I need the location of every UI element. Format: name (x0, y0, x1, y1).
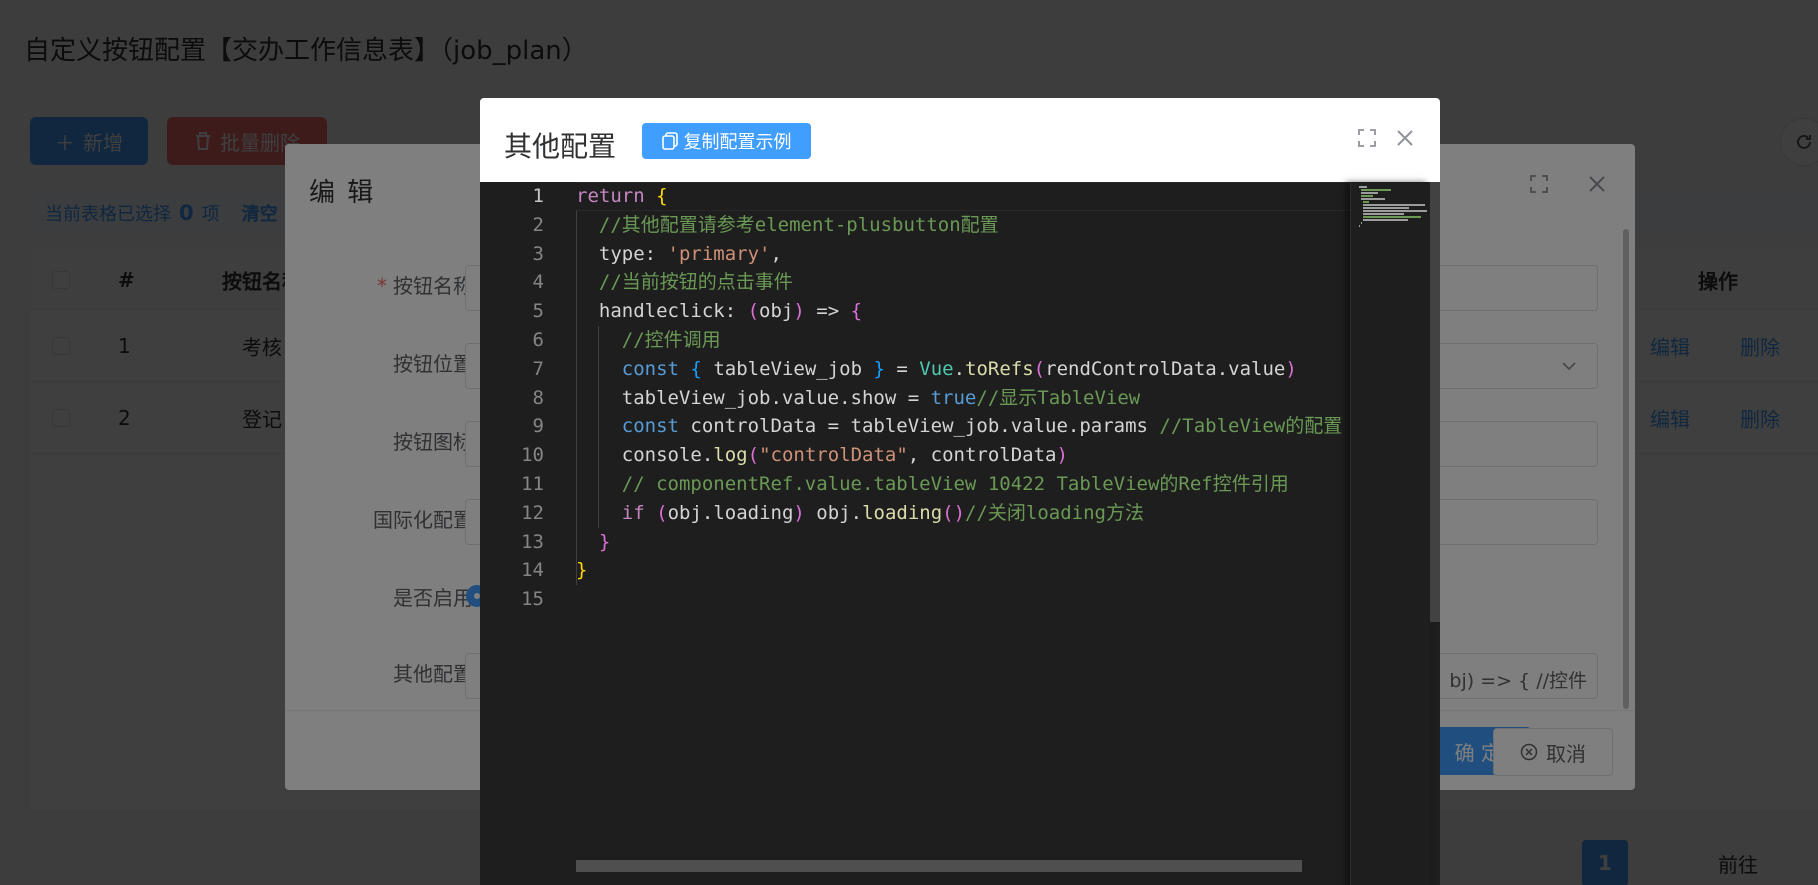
code-line: // componentRef.value.tableView 10422 Ta… (621, 473, 1289, 495)
line-number: 11 (521, 473, 544, 495)
code-editor[interactable]: 1 2 3 4 5 6 7 8 9 10 11 12 13 14 15 retu… (480, 182, 1440, 885)
minimap-line (1363, 213, 1404, 215)
line-number: 8 (532, 386, 544, 409)
minimap-line (1359, 186, 1368, 188)
minimap-line (1359, 225, 1361, 227)
minimap-line (1361, 198, 1386, 200)
line-number-gutter: 1 2 3 4 5 6 7 8 9 10 11 12 13 14 15 (480, 182, 552, 885)
minimap-line (1361, 195, 1373, 197)
line-number: 4 (532, 271, 544, 294)
line-number: 6 (532, 329, 544, 351)
line-number: 9 (532, 415, 544, 438)
minimap-line (1363, 210, 1427, 212)
line-number: 13 (521, 530, 544, 553)
line-number: 3 (532, 242, 544, 265)
code-line: } (576, 559, 588, 582)
minimap-line (1363, 219, 1409, 221)
code-line: const controlData = tableView_job.value.… (621, 415, 1343, 438)
code-line: //控件调用 (621, 329, 721, 351)
config-dialog-title: 其他配置 (504, 130, 617, 163)
line-number: 7 (532, 357, 544, 380)
code-line: //当前按钮的点击事件 (598, 271, 793, 294)
other-config-dialog: 其他配置 复制配置示例 1 2 3 4 5 6 7 8 9 10 11 12 1… (480, 98, 1440, 885)
line-number: 14 (521, 559, 544, 582)
minimap[interactable] (1350, 182, 1430, 885)
minimap-line (1361, 192, 1378, 194)
code-line: type: 'primary', (576, 242, 782, 265)
line-number: 12 (521, 501, 544, 524)
line-number: 10 (521, 444, 544, 467)
vertical-scrollbar[interactable] (1430, 182, 1440, 622)
minimap-line (1363, 216, 1421, 218)
code-line: tableView_job.value.show = true//显示Table… (576, 386, 1141, 409)
code-line: handleclick: (obj) => { (576, 300, 863, 323)
line-number: 15 (521, 588, 544, 611)
line-number: 5 (532, 300, 544, 323)
minimap-line (1361, 222, 1363, 224)
copy-icon (661, 132, 678, 150)
code-line: console.log("controlData", controlData) (576, 444, 1068, 467)
copy-example-button[interactable]: 复制配置示例 (642, 123, 811, 159)
code-line: if (obj.loading) obj.loading()//关闭loadin… (621, 501, 1144, 524)
code-line: return { (576, 185, 668, 207)
line-number: 2 (532, 213, 544, 236)
minimap-line (1363, 201, 1370, 203)
close-icon[interactable] (1395, 128, 1415, 148)
code-line: } (598, 530, 611, 553)
horizontal-scrollbar[interactable] (576, 860, 1302, 872)
fullscreen-icon[interactable] (1357, 128, 1377, 148)
code-line: const { tableView_job } = Vue.toRefs(ren… (621, 357, 1297, 380)
minimap-line (1363, 204, 1425, 206)
code-line: //其他配置请参考element-plusbutton配置 (598, 213, 999, 236)
line-number: 1 (532, 185, 544, 207)
minimap-line (1363, 207, 1410, 209)
code-content[interactable]: return { //其他配置请参考element-plusbutton配置 t… (576, 182, 1376, 885)
minimap-line (1361, 189, 1392, 191)
